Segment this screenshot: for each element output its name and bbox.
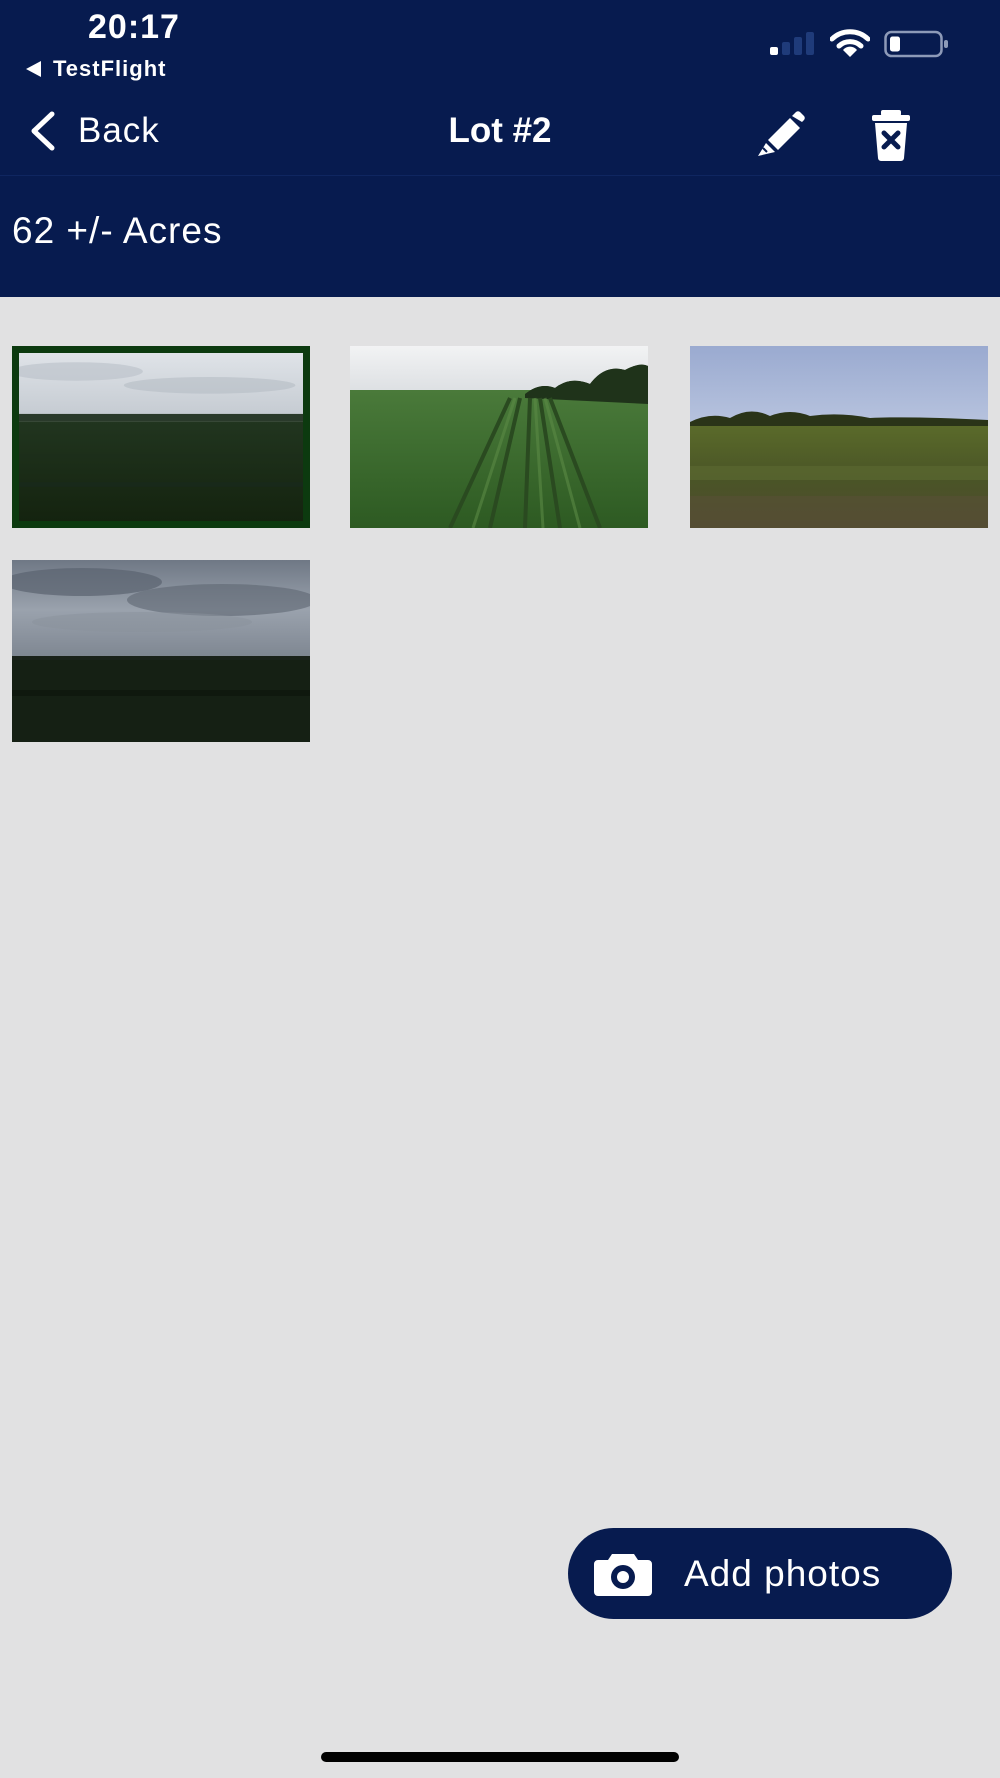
- navigation-bar: Back Lot #2: [0, 90, 1000, 176]
- add-photos-button[interactable]: Add photos: [568, 1528, 952, 1619]
- back-button-label: Back: [78, 111, 160, 150]
- field-photo: [19, 353, 303, 521]
- photo-thumbnail[interactable]: [690, 346, 988, 528]
- nav-divider: [0, 175, 1000, 176]
- status-bar: 20:17 TestFlight: [0, 0, 1000, 90]
- add-photos-label: Add photos: [684, 1552, 882, 1594]
- field-photo: [350, 346, 648, 528]
- trash-icon[interactable]: [866, 108, 916, 162]
- home-indicator[interactable]: [321, 1752, 679, 1762]
- wifi-icon: [830, 29, 870, 57]
- photo-thumbnail[interactable]: [350, 346, 648, 528]
- camera-icon: [594, 1553, 652, 1596]
- status-time: 20:17: [88, 8, 180, 46]
- return-to-app-link[interactable]: TestFlight: [26, 54, 166, 84]
- field-photo: [690, 346, 988, 528]
- pencil-icon[interactable]: [754, 108, 808, 158]
- field-photo: [12, 560, 310, 742]
- chevron-left-icon: [31, 111, 55, 151]
- battery-icon: [884, 30, 948, 58]
- back-button[interactable]: Back: [26, 90, 160, 172]
- back-triangle-icon: [26, 61, 41, 77]
- return-to-app-label: TestFlight: [53, 56, 167, 81]
- lot-acreage: 62 +/- Acres: [12, 210, 223, 251]
- photo-thumbnail[interactable]: [12, 560, 310, 742]
- photo-thumbnail[interactable]: [12, 346, 310, 528]
- header: 20:17 TestFlight Back Lot #2 62 +/- Acre…: [0, 0, 1000, 297]
- page-title: Lot #2: [448, 111, 552, 150]
- signal-icon: [770, 32, 814, 55]
